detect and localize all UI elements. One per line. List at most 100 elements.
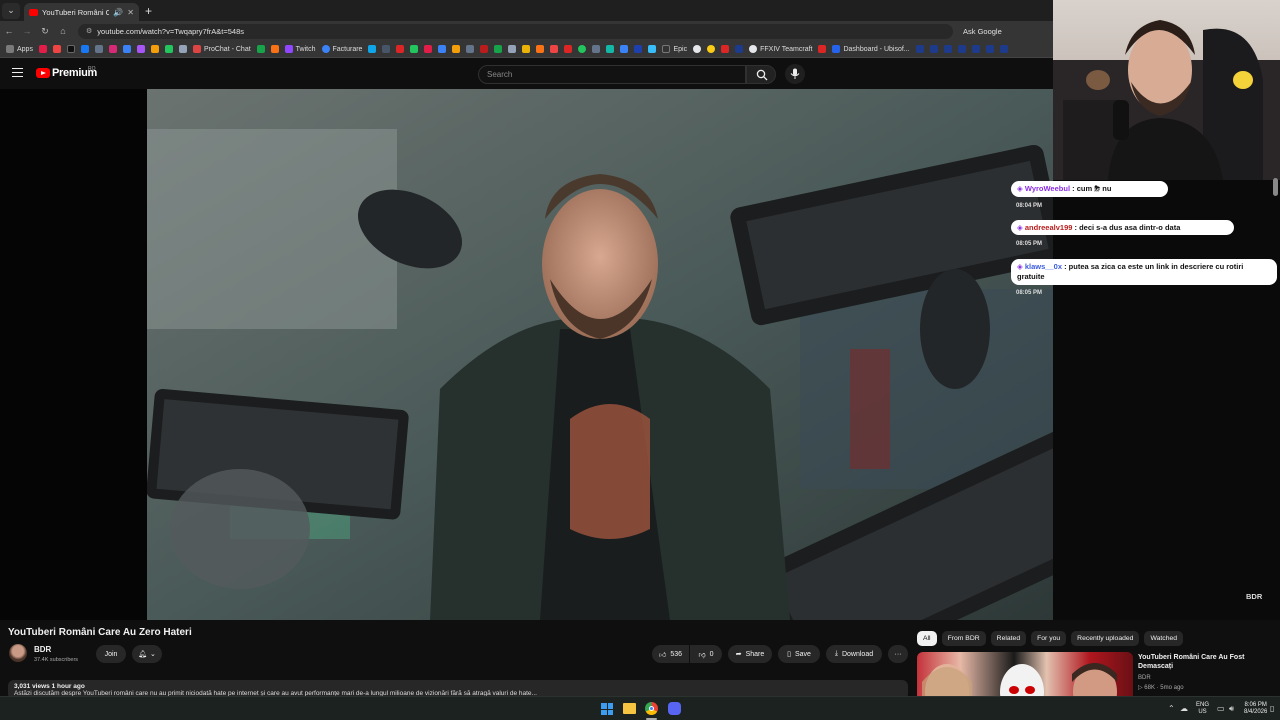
notifications-button[interactable]: 🔔︎ ⌄ xyxy=(132,645,162,663)
bookmark-icon[interactable] xyxy=(550,45,559,53)
bookmark-icon[interactable] xyxy=(985,45,994,53)
bookmark-icon[interactable] xyxy=(94,45,103,53)
like-button[interactable]: 👍︎ 536 xyxy=(652,645,689,663)
bookmark-icon[interactable] xyxy=(480,45,489,53)
bookmark-icon[interactable] xyxy=(368,45,377,53)
bookmark-icon[interactable] xyxy=(707,45,716,53)
channel-name[interactable]: BDR xyxy=(34,645,51,654)
bookmark-icon[interactable] xyxy=(438,45,447,53)
chip-related[interactable]: Related xyxy=(990,631,1027,646)
chrome-icon[interactable] xyxy=(645,702,658,715)
bookmark-icon[interactable] xyxy=(522,45,531,53)
bookmark-icon[interactable] xyxy=(620,45,629,53)
bookmark-icon[interactable] xyxy=(818,45,827,53)
chip-for-you[interactable]: For you xyxy=(1031,631,1067,646)
recommended-channel[interactable]: BDR xyxy=(1138,675,1151,681)
search-button[interactable] xyxy=(746,65,776,84)
video-player[interactable] xyxy=(0,89,1053,620)
bookmark-icon[interactable] xyxy=(136,45,145,53)
windows-start-icon[interactable] xyxy=(601,703,613,715)
bookmark-icon[interactable] xyxy=(410,45,419,53)
bookmark-icon[interactable] xyxy=(693,45,702,53)
forward-icon[interactable]: → xyxy=(18,26,36,36)
bookmark-icon[interactable] xyxy=(122,45,131,53)
address-bar[interactable]: ⚙ youtube.com/watch?v=Twqapry7frA&t=548s xyxy=(78,23,953,39)
menu-icon[interactable] xyxy=(12,68,23,77)
bookmark-icon[interactable] xyxy=(256,45,265,53)
browser-tab-active[interactable]: YouTuberi Români Care Au 🔊 ✕ xyxy=(24,3,139,21)
facebook-icon[interactable] xyxy=(80,45,89,53)
site-info-icon[interactable]: ⚙ xyxy=(86,27,92,35)
reload-icon[interactable]: ↻ xyxy=(36,26,54,37)
instagram-icon[interactable] xyxy=(108,45,117,53)
bookmark-icon[interactable] xyxy=(648,45,657,53)
bookmark-icon[interactable] xyxy=(929,45,938,53)
whatsapp-icon[interactable] xyxy=(578,45,587,53)
bookmark-icon[interactable] xyxy=(452,45,461,53)
bookmark-icon[interactable] xyxy=(634,45,643,53)
notifications-icon[interactable]: ▯ xyxy=(1270,704,1274,713)
youtube-logo-icon[interactable] xyxy=(36,68,50,78)
clock[interactable]: 8:06 PM 8/4/2026 xyxy=(1244,702,1267,716)
bookmark-facturare[interactable]: Facturare xyxy=(321,45,362,53)
bookmark-icon[interactable] xyxy=(396,45,405,53)
bookmark-ubisoft[interactable]: Dashboard - Ubisof... xyxy=(832,45,910,53)
home-icon[interactable]: ⌂ xyxy=(54,26,72,36)
bookmark-icon[interactable] xyxy=(52,45,61,53)
search-input[interactable]: Search xyxy=(478,65,746,84)
bookmark-icon[interactable] xyxy=(564,45,573,53)
channel-watermark[interactable]: BDR xyxy=(1246,592,1262,601)
bookmark-icon[interactable] xyxy=(164,45,173,53)
new-tab-icon[interactable]: + xyxy=(145,4,152,18)
recommended-thumbnail[interactable] xyxy=(917,652,1133,696)
bookmark-icon[interactable] xyxy=(466,45,475,53)
bookmark-epic[interactable]: Epic xyxy=(662,45,687,53)
bookmark-icon[interactable] xyxy=(915,45,924,53)
more-actions-button[interactable]: ··· xyxy=(888,645,908,663)
dislike-button[interactable]: 👎︎ 0 xyxy=(690,645,722,663)
chip-all[interactable]: All xyxy=(917,631,937,646)
file-explorer-icon[interactable] xyxy=(623,703,636,714)
voice-search-button[interactable] xyxy=(785,64,805,84)
bookmark-icon[interactable] xyxy=(270,45,279,53)
ask-google-button[interactable]: Ask Google xyxy=(963,27,1002,36)
tab-close-icon[interactable]: ✕ xyxy=(127,8,134,17)
tab-search-icon[interactable]: ⌄ xyxy=(2,2,20,19)
display-icon[interactable]: ▭ xyxy=(1217,704,1225,713)
bookmark-icon[interactable] xyxy=(735,45,744,53)
bookmark-prochat[interactable]: ProChat - Chat xyxy=(192,45,251,53)
tray-chevron-icon[interactable]: ⌃ xyxy=(1168,704,1175,713)
x-icon[interactable] xyxy=(66,45,75,53)
bookmark-icon[interactable] xyxy=(150,45,159,53)
bookmark-icon[interactable] xyxy=(494,45,503,53)
discord-icon[interactable] xyxy=(668,702,681,715)
bookmark-apps[interactable]: Apps xyxy=(6,45,33,53)
recommended-title[interactable]: YouTuberi Români Care Au Fost Demascați xyxy=(1138,653,1263,671)
cloud-icon[interactable]: ☁ xyxy=(1180,704,1188,713)
bookmark-twitch[interactable]: Twitch xyxy=(284,45,316,53)
bookmark-icon[interactable] xyxy=(592,45,601,53)
bookmark-icon[interactable] xyxy=(999,45,1008,53)
bookmark-icon[interactable] xyxy=(508,45,517,53)
chip-from-bdr[interactable]: From BDR xyxy=(941,631,986,646)
share-button[interactable]: ➦ Share xyxy=(728,645,772,663)
bookmark-icon[interactable] xyxy=(606,45,615,53)
bookmark-icon[interactable] xyxy=(957,45,966,53)
back-icon[interactable]: ← xyxy=(0,26,18,36)
chip-recently-uploaded[interactable]: Recently uploaded xyxy=(1071,631,1140,646)
bookmark-icon[interactable] xyxy=(424,45,433,53)
volume-icon[interactable]: 🔊︎ xyxy=(1229,704,1234,714)
bookmark-icon[interactable] xyxy=(38,45,47,53)
chip-watched[interactable]: Watched xyxy=(1144,631,1184,646)
join-button[interactable]: Join xyxy=(96,645,126,663)
bookmark-icon[interactable] xyxy=(721,45,730,53)
channel-avatar[interactable] xyxy=(9,644,27,662)
bookmark-icon[interactable] xyxy=(382,45,391,53)
page-scrollbar[interactable] xyxy=(1273,178,1278,196)
bookmark-icon[interactable] xyxy=(178,45,187,53)
save-button[interactable]: ▯ Save xyxy=(778,645,820,663)
bookmark-icon[interactable] xyxy=(536,45,545,53)
bookmark-icon[interactable] xyxy=(971,45,980,53)
bookmark-icon[interactable] xyxy=(943,45,952,53)
language-indicator[interactable]: ENG US xyxy=(1196,702,1209,716)
